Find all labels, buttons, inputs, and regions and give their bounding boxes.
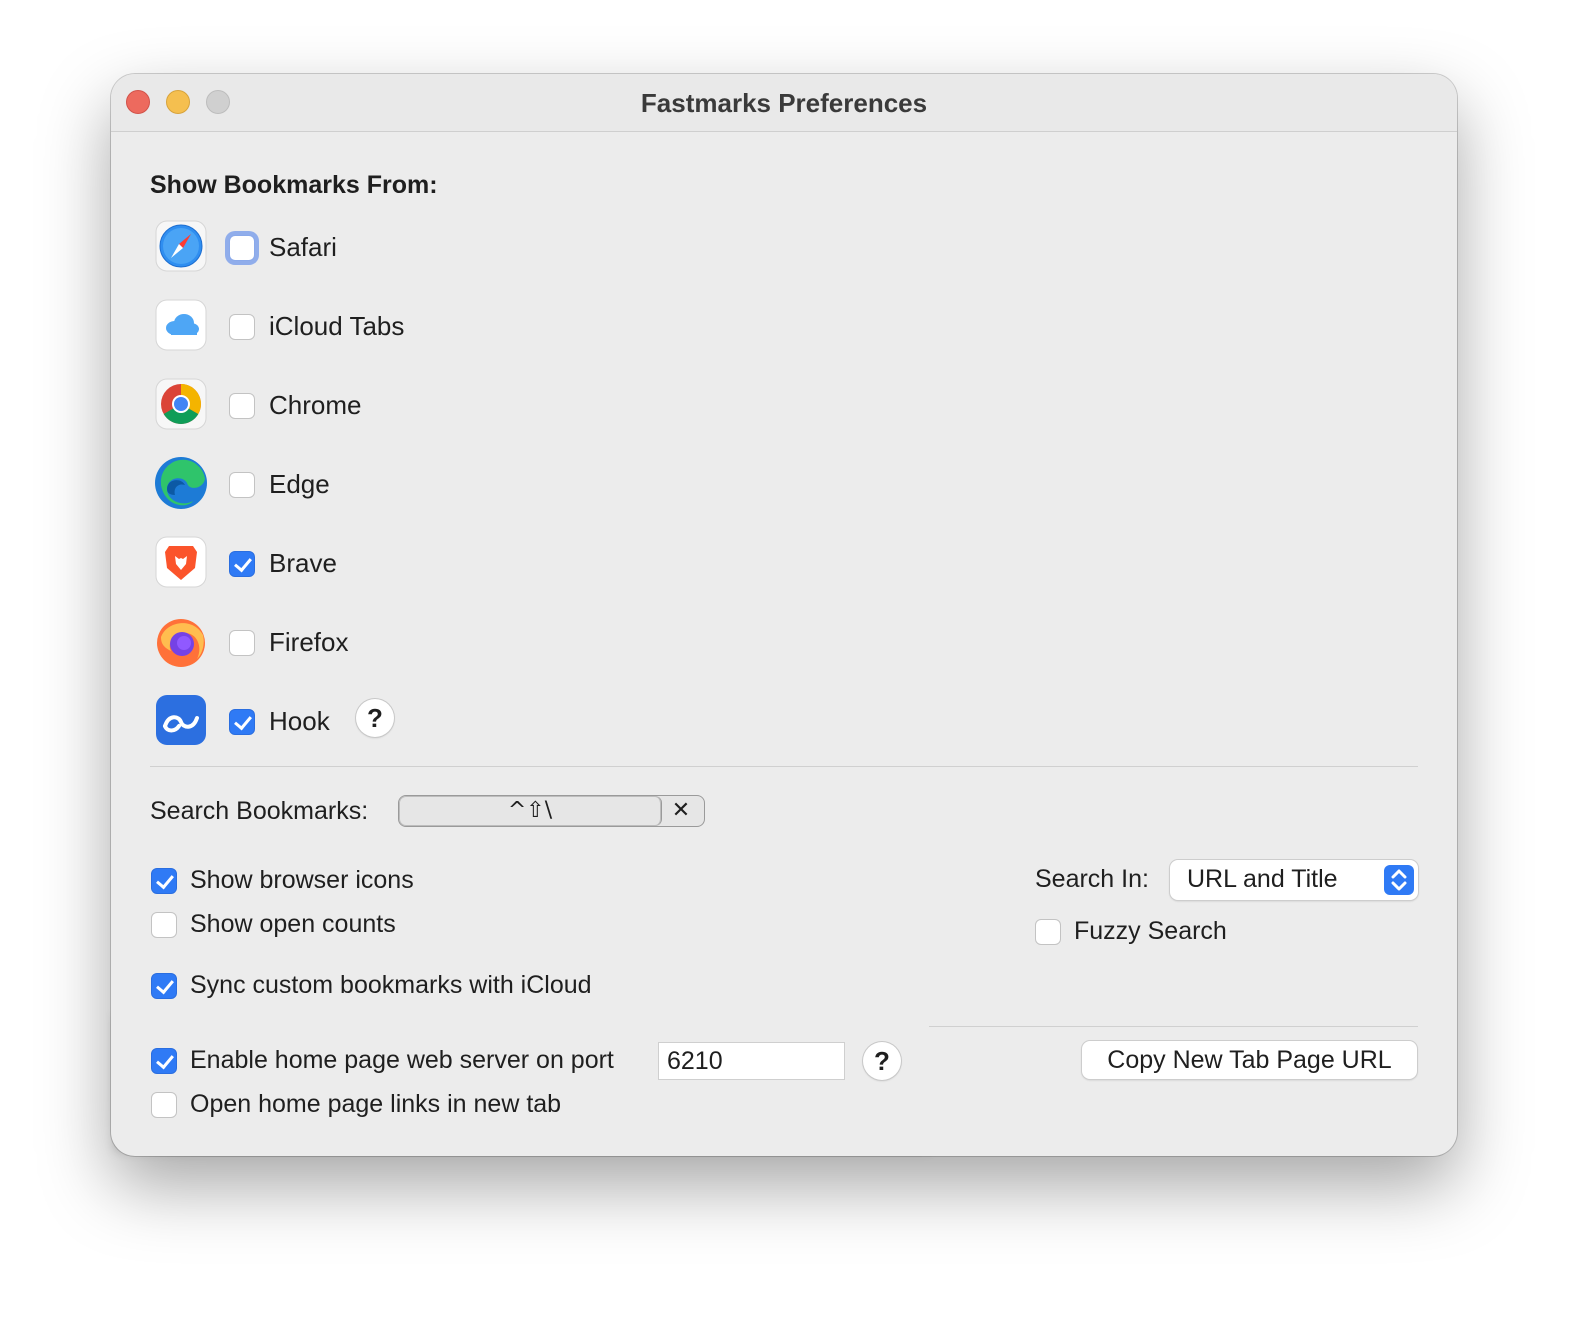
brave-checkbox[interactable] (229, 551, 255, 577)
safari-icon (153, 218, 209, 274)
hook-help-button[interactable]: ? (356, 699, 394, 737)
enable-home-page-label: Enable home page web server on port (190, 1046, 614, 1074)
enable-home-page-checkbox[interactable] (151, 1048, 177, 1074)
firefox-checkbox[interactable] (229, 630, 255, 656)
open-in-new-tab-label: Open home page links in new tab (190, 1090, 562, 1118)
window-title: Fastmarks Preferences (640, 88, 928, 118)
copy-new-tab-url-button[interactable]: Copy New Tab Page URL (1082, 1041, 1417, 1079)
brave-icon (153, 534, 209, 590)
browser-row-edge: Edge (151, 455, 551, 515)
home-page-help-button[interactable]: ? (863, 1042, 901, 1080)
browser-row-brave: Brave (151, 534, 551, 594)
icloud-icon (153, 297, 209, 353)
browser-row-icloud: iCloud Tabs (151, 297, 551, 357)
firefox-label: Firefox (269, 627, 349, 657)
clear-shortcut-icon[interactable]: ✕ (664, 796, 698, 826)
hook-label: Hook (269, 706, 330, 736)
show-browser-icons-checkbox[interactable] (151, 868, 177, 894)
browser-row-hook: Hook ? (151, 692, 551, 752)
title-bar: Fastmarks Preferences (111, 74, 1457, 132)
chrome-icon (153, 376, 209, 432)
icloud-tabs-checkbox[interactable] (229, 314, 255, 340)
firefox-icon (153, 613, 209, 669)
sync-icloud-checkbox[interactable] (151, 973, 177, 999)
show-open-counts-label: Show open counts (190, 910, 396, 938)
chrome-label: Chrome (269, 390, 362, 420)
search-in-label: Search In: (1035, 865, 1149, 893)
show-browser-icons-label: Show browser icons (190, 866, 414, 894)
preferences-window: Fastmarks Preferences Show Bookmarks Fro… (111, 74, 1457, 1156)
chrome-checkbox[interactable] (229, 393, 255, 419)
safari-checkbox[interactable] (229, 235, 255, 261)
show-open-counts-checkbox[interactable] (151, 912, 177, 938)
browser-row-safari: Safari (151, 218, 551, 278)
search-in-select[interactable]: URL and Title (1170, 860, 1418, 900)
hook-icon (153, 692, 209, 748)
edge-icon (153, 455, 209, 511)
section-title: Show Bookmarks From: (150, 171, 438, 199)
hook-checkbox[interactable] (229, 709, 255, 735)
safari-label: Safari (269, 232, 337, 262)
open-in-new-tab-checkbox[interactable] (151, 1092, 177, 1118)
search-in-value: URL and Title (1187, 865, 1338, 893)
fuzzy-search-checkbox[interactable] (1035, 919, 1061, 945)
browser-row-chrome: Chrome (151, 376, 551, 436)
search-bookmarks-label: Search Bookmarks: (150, 797, 369, 825)
shortcut-recorder[interactable]: ^⇧\ ✕ (398, 795, 705, 827)
icloud-tabs-label: iCloud Tabs (269, 311, 405, 341)
shortcut-value[interactable]: ^⇧\ (399, 796, 662, 826)
divider-top (150, 766, 1418, 767)
divider-bottom (929, 1026, 1418, 1027)
brave-label: Brave (269, 548, 337, 578)
sync-icloud-label: Sync custom bookmarks with iCloud (190, 971, 592, 999)
edge-label: Edge (269, 469, 330, 499)
browser-row-firefox: Firefox (151, 613, 551, 673)
port-field[interactable]: 6210 (658, 1042, 845, 1080)
fuzzy-search-label: Fuzzy Search (1074, 917, 1227, 945)
edge-checkbox[interactable] (229, 472, 255, 498)
chevron-up-down-icon (1384, 865, 1414, 895)
